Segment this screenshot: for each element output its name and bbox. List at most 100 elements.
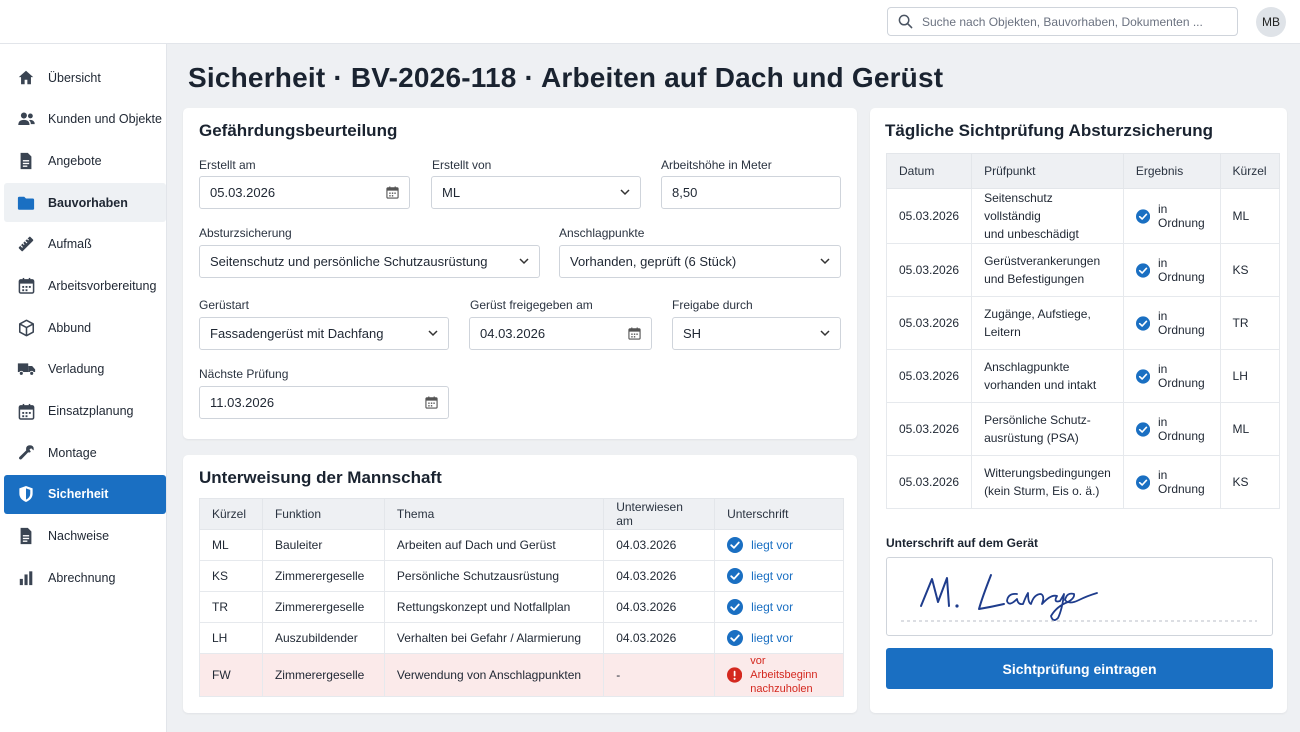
created-by-select[interactable]: ML xyxy=(431,176,641,209)
check-circle-icon xyxy=(1135,315,1150,331)
signature-status: liegt vor xyxy=(751,569,794,583)
sidebar-item-montage[interactable]: Montage xyxy=(4,433,166,472)
check-circle-icon xyxy=(727,568,744,584)
date-cell: - xyxy=(603,653,716,697)
sidebar-item-sicherheit[interactable]: Sicherheit xyxy=(4,474,166,514)
sidebar-item-label: Montage xyxy=(48,445,97,460)
document-icon xyxy=(16,151,36,171)
released-by-label: Freigabe durch xyxy=(672,298,753,312)
search-box[interactable] xyxy=(887,7,1238,36)
table-row[interactable]: ML Bauleiter Arbeiten auf Dach und Gerüs… xyxy=(199,529,844,561)
table-row[interactable]: TR Zimmerergeselle Rettungskonzept und N… xyxy=(199,591,844,623)
sidebar-item-label: Angebote xyxy=(48,153,102,168)
signature-cell: vor Arbeitsbeginn nachzuholen xyxy=(714,653,844,697)
chevron-down-icon xyxy=(519,258,529,265)
result-cell: in Ordnung xyxy=(1122,243,1221,297)
scaffold-released-field[interactable]: 04.03.2026 xyxy=(469,317,652,350)
user-avatar[interactable]: MB xyxy=(1256,7,1286,37)
search-icon xyxy=(898,14,913,29)
sidebar-item-label: Abrechnung xyxy=(48,570,116,585)
sidebar-item-angebote[interactable]: Angebote xyxy=(4,141,166,180)
calendar-icon[interactable] xyxy=(425,396,438,409)
sidebar-item-abbund[interactable]: Abbund xyxy=(4,308,166,347)
signature-cell: liegt vor xyxy=(714,591,844,623)
code-cell: KS xyxy=(1219,455,1280,509)
column-header: Funktion xyxy=(261,498,385,530)
sidebar-item-label: Kunden und Objekte xyxy=(48,112,162,127)
next-check-field[interactable]: 11.03.2026 xyxy=(199,386,449,419)
check-item-cell: Witterungsbedingungen (kein Sturm, Eis o.… xyxy=(971,455,1124,509)
result-cell: in Ordnung xyxy=(1122,188,1221,244)
sidebar-item-label: Abbund xyxy=(48,320,92,335)
sidebar-item-abrechnung[interactable]: Abrechnung xyxy=(4,558,166,597)
height-input[interactable]: 8,50 xyxy=(661,176,841,209)
inspection-card: Tägliche Sichtprüfung Absturzsicherung D… xyxy=(870,108,1287,713)
role-cell: Zimmerergeselle xyxy=(261,560,385,592)
folder-icon xyxy=(16,193,36,213)
calendar-icon[interactable] xyxy=(386,186,399,199)
result-cell: in Ordnung xyxy=(1122,402,1221,456)
signature-pad[interactable] xyxy=(886,557,1273,636)
card-title: Tägliche Sichtprüfung Absturzsicherung xyxy=(885,121,1214,140)
bar-chart-icon xyxy=(16,568,36,588)
check-item-cell: Persönliche Schutz-ausrüstung (PSA) xyxy=(971,402,1124,456)
table-row[interactable]: 05.03.2026 Seitenschutz vollständig und u… xyxy=(885,188,1280,244)
people-icon xyxy=(16,109,36,129)
column-header: Unterwiesen am xyxy=(603,498,716,530)
role-cell: Auszubildender xyxy=(261,622,385,654)
sidebar-item-nachweise[interactable]: Nachweise xyxy=(4,517,166,556)
sidebar-item-label: Nachweise xyxy=(48,529,110,544)
created-by-label: Erstellt von xyxy=(432,158,492,172)
column-header: Ergebnis xyxy=(1122,153,1221,189)
sidebar-item-uebersicht[interactable]: Übersicht xyxy=(4,58,166,97)
table-row[interactable]: 05.03.2026 Gerüstverankerungen und Befest… xyxy=(885,243,1280,297)
date-cell: 04.03.2026 xyxy=(603,560,716,592)
scaffold-type-select[interactable]: Fassadengerüst mit Dachfang xyxy=(199,317,449,350)
sidebar-item-einsatzplanung[interactable]: Einsatzplanung xyxy=(4,392,166,431)
table-row[interactable]: KS Zimmerergeselle Persönliche Schutzaus… xyxy=(199,560,844,592)
code-cell: TR xyxy=(199,591,263,623)
sidebar: Übersicht Kunden und Objekte Angebote Ba… xyxy=(0,44,167,732)
table-row[interactable]: LH Auszubildender Verhalten bei Gefahr /… xyxy=(199,622,844,654)
fall-protection-select[interactable]: Seitenschutz und persönliche Schutzausrü… xyxy=(199,245,540,278)
page-title: Sicherheit · BV-2026-118 · Arbeiten auf … xyxy=(188,62,944,93)
next-check-label: Nächste Prüfung xyxy=(199,367,289,381)
briefing-card: Unterweisung der Mannschaft Kürzel Funkt… xyxy=(183,455,857,713)
briefing-table: Kürzel Funktion Thema Unterwiesen am Unt… xyxy=(199,498,844,697)
date-cell: 05.03.2026 xyxy=(885,296,973,350)
check-item-cell: Seitenschutz vollständig und unbeschädigt xyxy=(971,188,1124,244)
table-header-row: Datum Prüfpunkt Ergebnis Kürzel xyxy=(885,153,1280,189)
released-by-select[interactable]: SH xyxy=(672,317,841,350)
calendar-icon xyxy=(16,276,36,296)
column-header: Unterschrift xyxy=(714,498,844,530)
table-row[interactable]: 05.03.2026 Persönliche Schutz-ausrüstung… xyxy=(885,402,1280,456)
cube-icon xyxy=(16,318,36,338)
code-cell: FW xyxy=(199,653,263,697)
sidebar-item-verladung[interactable]: Verladung xyxy=(4,350,166,389)
column-header: Kürzel xyxy=(1219,153,1280,189)
sidebar-item-aufmass[interactable]: Aufmaß xyxy=(4,225,166,264)
date-cell: 05.03.2026 xyxy=(885,402,973,456)
fall-protection-label: Absturzsicherung xyxy=(199,226,292,240)
table-row[interactable]: 05.03.2026 Witterungsbedingungen (kein St… xyxy=(885,455,1280,509)
sidebar-item-arbeitsvorbereitung[interactable]: Arbeitsvorbereitung xyxy=(4,266,166,305)
table-row[interactable]: FW Zimmerergeselle Verwendung von Anschl… xyxy=(199,653,844,697)
calendar-icon xyxy=(16,401,36,421)
check-circle-icon xyxy=(1135,208,1150,224)
search-input[interactable] xyxy=(922,14,1222,29)
date-cell: 05.03.2026 xyxy=(885,349,973,403)
signature-status: liegt vor xyxy=(751,600,794,614)
calendar-icon[interactable] xyxy=(628,327,641,340)
code-cell: ML xyxy=(199,529,263,561)
result-cell: in Ordnung xyxy=(1122,349,1221,403)
sidebar-item-kunden[interactable]: Kunden und Objekte xyxy=(4,100,166,139)
sidebar-item-bauvorhaben[interactable]: Bauvorhaben xyxy=(4,183,166,223)
role-cell: Zimmerergeselle xyxy=(261,591,385,623)
column-header: Prüfpunkt xyxy=(971,153,1124,189)
created-at-field[interactable]: 05.03.2026 xyxy=(199,176,410,209)
table-row[interactable]: 05.03.2026 Anschlagpunkte vorhanden und i… xyxy=(885,349,1280,403)
submit-inspection-button[interactable]: Sichtprüfung eintragen xyxy=(886,648,1273,689)
card-title: Gefährdungsbeurteilung xyxy=(199,121,398,140)
anchor-points-select[interactable]: Vorhanden, geprüft (6 Stück) xyxy=(559,245,841,278)
table-row[interactable]: 05.03.2026 Zugänge, Aufstiege, Leitern in… xyxy=(885,296,1280,350)
